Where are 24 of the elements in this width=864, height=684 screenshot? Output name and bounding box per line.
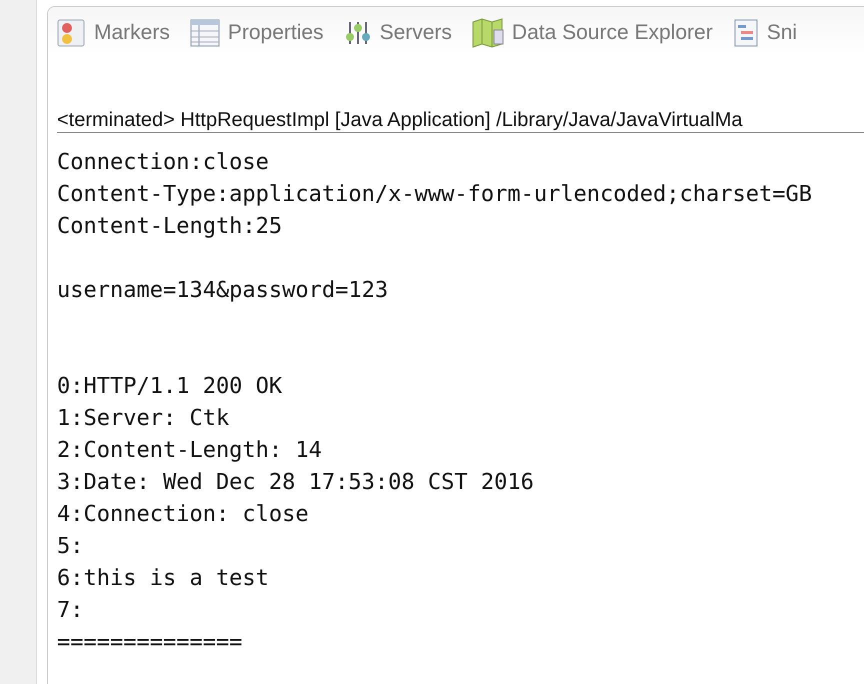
console-line: 4:Connection: close [57,501,310,529]
console-line: 2:Content-Length: 14 [57,437,323,465]
console-line: Connection:close [57,149,270,177]
console-line: Content-Type:application/x-www-form-urlencoded;charset=GB [57,181,813,209]
console-line: 0:HTTP/1.1 200 OK [57,373,284,401]
markers-icon [56,18,86,48]
console-line: username=134&password=123 [57,277,390,305]
view-tab[interactable]: Markers [56,15,170,51]
map-icon [472,18,504,48]
view-tab[interactable]: Sni [732,15,798,51]
console-header: <terminated> HttpRequestImpl [Java Application] /Library/Java/JavaVirtualMa [57,108,864,133]
view-tab[interactable]: Data Source Explorer [472,15,713,51]
console-line: 1:Server: Ctk [57,405,230,433]
console-line: ============== [57,629,244,657]
console-line: Content-Length:25 [57,213,284,241]
sliders-icon [344,19,372,47]
console-line: 5: [57,533,84,561]
view-tab[interactable]: Servers [344,15,452,51]
console-line: 7: [57,597,84,625]
view-tab[interactable]: Properties [190,15,324,51]
console-line: 6:this is a test [57,565,270,593]
console-line: 3:Date: Wed Dec 28 17:53:08 CST 2016 [57,469,535,497]
document-icon [732,18,759,48]
table-icon [190,19,220,47]
